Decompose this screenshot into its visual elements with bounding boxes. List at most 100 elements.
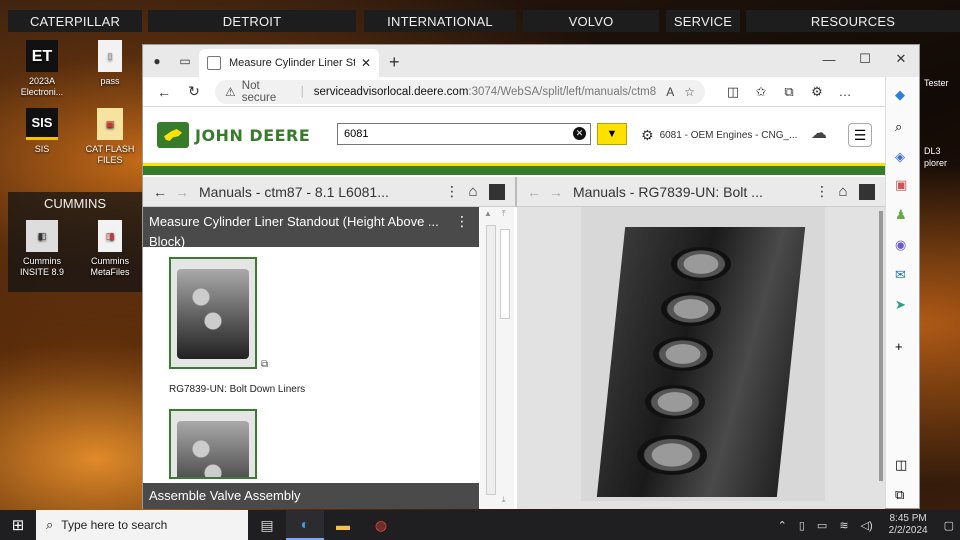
left-kebab-icon[interactable]: ⋮: [443, 183, 461, 200]
folder-pdf-icon: ▣: [97, 108, 123, 140]
windows-start-icon[interactable]: ⊞: [0, 516, 36, 534]
group-cummins[interactable]: CUMMINS: [8, 192, 142, 211]
right-home-icon[interactable]: ⌂: [831, 183, 855, 200]
group-service[interactable]: SERVICE: [666, 10, 740, 32]
scroll-thumb[interactable]: [500, 229, 510, 319]
green-banner: [143, 163, 885, 175]
group-caterpillar[interactable]: CATERPILLAR: [8, 10, 142, 32]
minimize-button[interactable]: —: [811, 45, 847, 73]
group-detroit[interactable]: DETROIT: [148, 10, 356, 32]
group-volvo[interactable]: VOLVO: [523, 10, 659, 32]
desktop-icon-et[interactable]: ET 2023A Electroni...: [12, 40, 72, 98]
left-scrollbar[interactable]: ▲ ⤒ ⤓: [480, 207, 514, 509]
group-resources[interactable]: RESOURCES: [746, 10, 960, 32]
left-back-icon[interactable]: ←: [149, 184, 171, 200]
favorites-icon[interactable]: ✩: [747, 84, 775, 100]
right-pane: [517, 207, 885, 509]
tab-close-icon[interactable]: ✕: [361, 56, 371, 70]
outlook-icon[interactable]: ✉: [895, 267, 906, 283]
notification-icon[interactable]: ▢: [944, 519, 954, 532]
tray-chevron-icon[interactable]: ⌃: [778, 519, 787, 532]
right-forward-icon[interactable]: →: [545, 184, 567, 200]
maximize-button[interactable]: ☐: [847, 45, 883, 73]
desktop-icon-sis[interactable]: SIS SIS: [12, 108, 72, 155]
taskbar-search-input[interactable]: ⌕ Type here to search: [36, 510, 248, 540]
left-pane-toggle-icon[interactable]: [489, 183, 505, 200]
clear-search-icon[interactable]: ✕: [573, 127, 586, 140]
left-forward-icon[interactable]: →: [171, 184, 193, 200]
clock[interactable]: 8:45 PM 2/2/2024: [889, 513, 928, 537]
favorite-star-icon[interactable]: ☆: [684, 85, 695, 99]
battery-icon[interactable]: ▭: [817, 519, 827, 532]
figure-thumbnail-2[interactable]: [169, 409, 257, 479]
right-pane-toggle-icon[interactable]: [859, 183, 875, 200]
desktop-icon-insite[interactable]: ◧ Cummins INSITE 8.9: [12, 220, 72, 278]
search-dropdown-button[interactable]: ▼: [597, 123, 627, 145]
wifi-icon[interactable]: ≋: [839, 519, 848, 532]
designer-icon[interactable]: ➤: [895, 297, 906, 313]
engine-thumbnail-image: [177, 421, 249, 477]
taskbar: ⊞ ⌕ Type here to search ▤ ◐ ▬ ◍ ⌃ ▯ ▭ ≋ …: [0, 510, 960, 540]
deer-logo-icon: [157, 122, 189, 148]
desktop-label-dl3: DL3: [924, 146, 941, 156]
hide-sidebar-icon[interactable]: ◫: [895, 457, 907, 473]
new-tab-icon[interactable]: +: [389, 52, 400, 73]
left-home-icon[interactable]: ⌂: [461, 183, 485, 200]
task-view-icon[interactable]: ▤: [248, 510, 286, 540]
search-icon[interactable]: ⌕: [895, 119, 902, 135]
right-scrollbar[interactable]: [879, 211, 883, 481]
more-icon[interactable]: …: [831, 84, 859, 99]
cylinder-bore-image: [671, 247, 731, 281]
edge-taskbar-icon[interactable]: ◐: [286, 510, 324, 540]
hamburger-menu-button[interactable]: ☰: [848, 123, 872, 147]
refresh-icon[interactable]: ↻: [179, 83, 209, 100]
external-link-icon[interactable]: ⧉: [895, 487, 904, 503]
copy-icon[interactable]: ⧉: [261, 359, 268, 370]
m365-icon[interactable]: ◉: [895, 237, 906, 253]
collections-icon[interactable]: ⧉: [775, 84, 803, 100]
next-section-bar[interactable]: Assemble Valve Assembly: [143, 483, 479, 509]
address-bar: ← ↻ ⚠ Not secure | serviceadvisorlocal.d…: [143, 77, 919, 107]
url-separator: |: [300, 85, 304, 98]
search-input[interactable]: 6081 ✕: [337, 123, 591, 145]
group-international[interactable]: INTERNATIONAL: [364, 10, 516, 32]
model-selector[interactable]: ⚙ 6081 - OEM Engines - CNG_...: [641, 127, 797, 144]
split-screen-icon[interactable]: ◫: [719, 84, 747, 100]
copilot-icon[interactable]: ◆: [895, 87, 905, 103]
left-pane-title: Manuals - ctm87 - 8.1 L6081...: [199, 183, 389, 200]
games-icon[interactable]: ♟: [895, 207, 907, 223]
back-icon[interactable]: ←: [149, 84, 179, 100]
scroll-bottom-icon[interactable]: ⤓: [502, 495, 506, 505]
desktop-icon-metafiles[interactable]: ◨ Cummins MetaFiles: [80, 220, 140, 278]
close-button[interactable]: ✕: [883, 45, 919, 73]
desktop-icon-cat-flash[interactable]: ▣ CAT FLASH FILES: [80, 108, 140, 166]
search-placeholder: Type here to search: [61, 518, 168, 532]
shopping-icon[interactable]: ◈: [895, 149, 905, 165]
file-explorer-icon[interactable]: ▬: [324, 510, 362, 540]
right-kebab-icon[interactable]: ⋮: [813, 183, 831, 200]
file-icon: ▯: [98, 40, 122, 72]
extensions-icon[interactable]: ⚙: [803, 84, 831, 100]
right-back-icon[interactable]: ←: [523, 184, 545, 200]
edge-sidebar: ◆ ⌕ ◈ ▣ ♟ ◉ ✉ ➤ + ◫ ⧉: [885, 77, 919, 508]
tools-icon[interactable]: ▣: [895, 177, 907, 193]
section-kebab-icon[interactable]: ⋮: [455, 211, 469, 231]
add-sidebar-icon[interactable]: +: [895, 339, 903, 354]
read-aloud-icon[interactable]: A: [666, 85, 674, 99]
icon-label: Cummins MetaFiles: [90, 256, 130, 277]
service-advisor-page: JOHN DEERE 6081 ✕ ▼ ⚙ 6081 - OEM Engines…: [143, 107, 885, 509]
tab-actions-icon[interactable]: ▭: [171, 45, 199, 77]
tray-device-icon[interactable]: ▯: [799, 519, 805, 532]
chrome-taskbar-icon[interactable]: ◍: [362, 510, 400, 540]
scroll-track[interactable]: [486, 225, 496, 495]
volume-icon[interactable]: ◁): [861, 519, 873, 532]
scroll-top-icon[interactable]: ⤒: [502, 209, 506, 219]
desktop-icon-pass[interactable]: ▯ pass: [80, 40, 140, 87]
john-deere-logo[interactable]: JOHN DEERE: [157, 122, 310, 148]
url-field[interactable]: ⚠ Not secure | serviceadvisorlocal.deere…: [215, 79, 705, 104]
profile-icon[interactable]: ●: [143, 45, 171, 77]
cloud-sync-icon[interactable]: ☁: [811, 123, 827, 143]
tab-active[interactable]: Measure Cylinder Liner Standout ✕: [199, 49, 379, 77]
figure-thumbnail[interactable]: [169, 257, 257, 369]
scroll-up-icon[interactable]: ▲: [484, 209, 492, 218]
